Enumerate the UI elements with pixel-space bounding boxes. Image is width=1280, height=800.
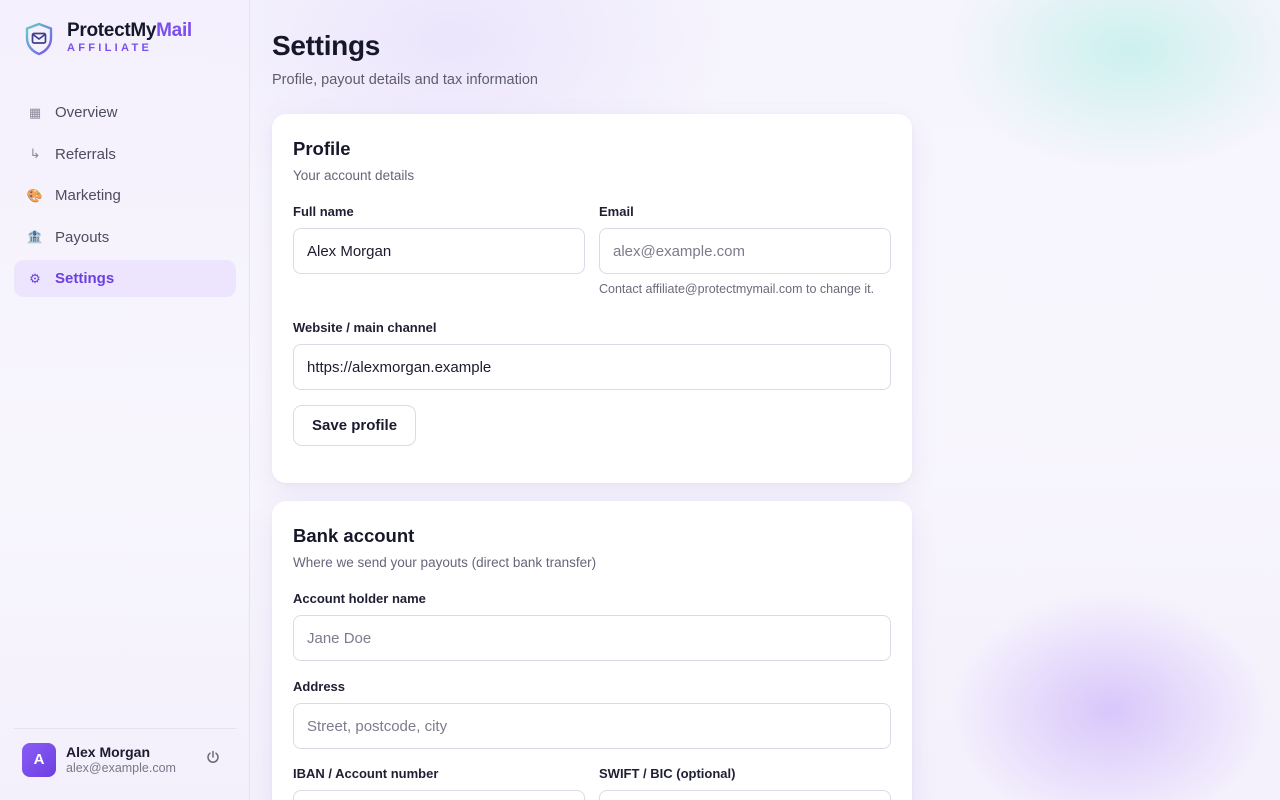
sidebar-item-payouts[interactable]: 🏦 Payouts	[14, 219, 236, 256]
sidebar-item-referrals[interactable]: ↳ Referrals	[14, 136, 236, 173]
grid-icon: ▦	[28, 104, 42, 120]
sidebar-item-label: Settings	[55, 270, 115, 287]
bank-icon: 🏦	[26, 229, 44, 244]
sidebar-item-label: Referrals	[55, 145, 116, 163]
iban-input[interactable]	[293, 790, 585, 800]
address-label: Address	[293, 679, 346, 694]
power-icon[interactable]	[205, 749, 221, 765]
iban-label: IBAN / Account number	[293, 766, 439, 781]
avatar: A	[22, 742, 56, 777]
website-label: Website / main channel	[293, 320, 437, 335]
profile-card-title: Profile	[293, 138, 351, 159]
gear-icon: ⚙	[29, 270, 41, 286]
sidebar-nav: ▦ Overview ↳ Referrals 🎨 Marketing 🏦 Pay…	[14, 94, 236, 302]
profile-card-subtitle: Your account details	[293, 168, 415, 183]
sidebar: ProtectMyMail AFFILIATE ▦ Overview ↳ Ref…	[0, 0, 250, 800]
website-input[interactable]	[293, 344, 891, 390]
bank-account-card: Bank account Where we send your payouts …	[272, 501, 912, 800]
sidebar-item-overview[interactable]: ▦ Overview	[14, 94, 236, 131]
palette-icon: 🎨	[26, 187, 44, 203]
sidebar-item-label: Marketing	[55, 187, 121, 204]
profile-card: Profile Your account details Full name E…	[272, 114, 912, 483]
brand-name: ProtectMyMail	[67, 20, 192, 41]
email-label: Email	[599, 204, 634, 219]
sidebar-item-label: Payouts	[55, 228, 110, 246]
swift-input[interactable]	[599, 790, 891, 800]
brand-subtitle: AFFILIATE	[67, 42, 153, 54]
sidebar-item-marketing[interactable]: 🎨 Marketing	[14, 177, 236, 214]
user-card: A Alex Morgan alex@example.com	[14, 728, 236, 788]
account-holder-input[interactable]	[293, 615, 891, 661]
page-title: Settings	[272, 30, 381, 61]
full-name-label: Full name	[293, 204, 354, 219]
account-holder-label: Account holder name	[293, 591, 426, 606]
brand-logo[interactable]: ProtectMyMail AFFILIATE	[24, 20, 192, 56]
shield-mail-icon	[25, 22, 53, 56]
address-input[interactable]	[293, 703, 891, 749]
email-hint: Contact affiliate@protectmymail.com to c…	[599, 282, 875, 296]
return-arrow-icon: ↳	[29, 146, 41, 161]
email-input[interactable]	[599, 228, 891, 274]
save-profile-button[interactable]: Save profile	[293, 405, 417, 446]
full-name-input[interactable]	[293, 228, 585, 274]
sidebar-item-settings[interactable]: ⚙ Settings	[14, 260, 236, 297]
sidebar-item-label: Overview	[55, 104, 118, 121]
bank-card-subtitle: Where we send your payouts (direct bank …	[293, 555, 597, 570]
user-name: Alex Morgan	[66, 743, 151, 760]
swift-label: SWIFT / BIC (optional)	[599, 766, 736, 781]
bank-card-title: Bank account	[293, 525, 415, 546]
user-email: alex@example.com	[66, 760, 176, 775]
page-subtitle: Profile, payout details and tax informat…	[272, 72, 538, 88]
